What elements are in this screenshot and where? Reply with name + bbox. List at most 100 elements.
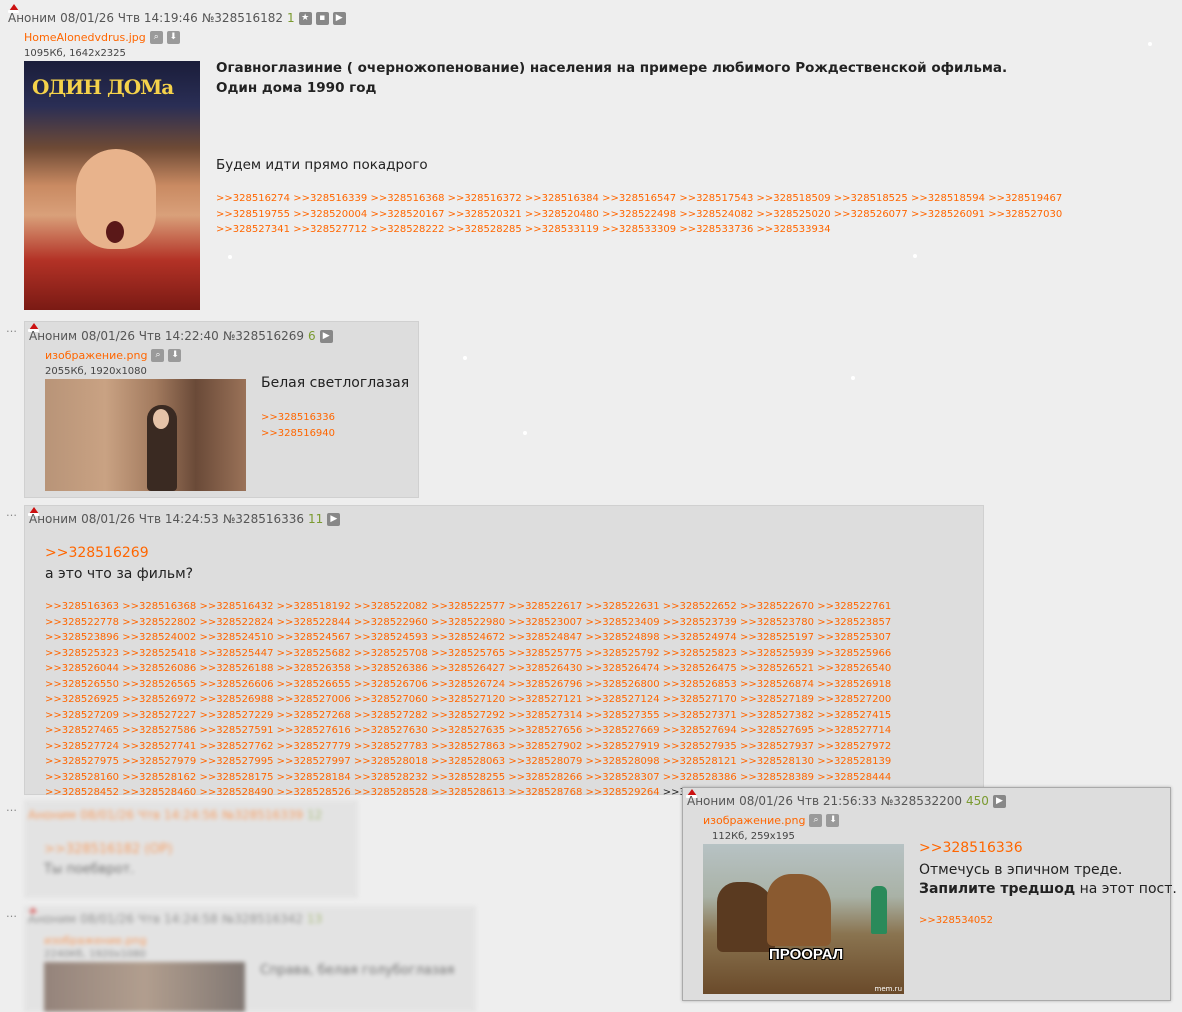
post-image[interactable] <box>45 379 246 491</box>
reply-link[interactable]: >>328526988 <box>199 694 273 705</box>
post-image[interactable] <box>44 962 245 1012</box>
reply-link[interactable]: >>328528139 <box>817 756 891 767</box>
reply-link[interactable]: >>328527937 <box>740 741 814 752</box>
play-icon[interactable]: ▶ <box>332 11 346 25</box>
reply-link[interactable]: >>328516336 <box>261 412 335 423</box>
reply-link[interactable]: >>328520167 <box>370 209 444 220</box>
reply-link[interactable]: >>328527209 <box>45 710 119 721</box>
reply-link[interactable]: >>328527120 <box>431 694 505 705</box>
reply-link[interactable]: >>328528307 <box>586 772 660 783</box>
reply-link[interactable]: >>328525792 <box>586 648 660 659</box>
download-icon[interactable]: ⬇ <box>166 31 180 44</box>
reply-link[interactable]: >>328516339 <box>293 193 367 204</box>
reply-link[interactable]: >>328528452 <box>45 787 119 798</box>
reply-link[interactable]: >>328525020 <box>757 209 831 220</box>
reply-link[interactable]: >>328516363 <box>45 601 119 612</box>
post-image[interactable]: ПРООРАЛ mem.ru <box>703 844 904 994</box>
reply-link[interactable]: >>328528255 <box>431 772 505 783</box>
reply-link[interactable]: >>328523739 <box>663 617 737 628</box>
reply-link[interactable]: >>328525307 <box>817 632 891 643</box>
reply-link[interactable]: >>328533736 <box>679 224 753 235</box>
reply-link[interactable]: >>328527415 <box>817 710 891 721</box>
reply-link[interactable]: >>328534052 <box>919 915 993 926</box>
file-link[interactable]: HomeAlonedvdrus.jpg <box>24 31 146 44</box>
reply-link[interactable]: >>328527714 <box>817 725 891 736</box>
reply-link[interactable]: >>328526358 <box>277 663 351 674</box>
reply-link[interactable]: >>328522960 <box>354 617 428 628</box>
reply-link[interactable]: >>328527292 <box>431 710 505 721</box>
reply-link[interactable]: >>328527997 <box>277 756 351 767</box>
reply-link[interactable]: >>328516940 <box>261 428 335 439</box>
reply-link[interactable]: >>328527975 <box>45 756 119 767</box>
file-link[interactable]: изображение.png <box>44 934 146 947</box>
reply-link[interactable]: >>328529264 <box>586 787 660 798</box>
reply-link[interactable]: >>328526925 <box>45 694 119 705</box>
reply-link[interactable]: >>328525447 <box>199 648 273 659</box>
reply-link[interactable]: >>328519467 <box>988 193 1062 204</box>
reply-link[interactable]: >>328524974 <box>663 632 737 643</box>
reply-link[interactable]: >>328527170 <box>663 694 737 705</box>
reply-link[interactable]: >>328522778 <box>45 617 119 628</box>
reply-link[interactable]: >>328523857 <box>817 617 891 628</box>
reply-link[interactable]: >>328516368 <box>122 601 196 612</box>
reply-link[interactable]: >>328526086 <box>122 663 196 674</box>
reply-link[interactable]: >>328526606 <box>199 679 273 690</box>
reply-link[interactable]: >>328526853 <box>663 679 737 690</box>
reply-link[interactable]: >>328518525 <box>834 193 908 204</box>
reply-link[interactable]: >>328528162 <box>122 772 196 783</box>
reply-link[interactable]: >>328527935 <box>663 741 737 752</box>
reply-link[interactable]: >>328527779 <box>277 741 351 752</box>
reply-link[interactable]: >>328524082 <box>679 209 753 220</box>
reply-link[interactable]: >>328533119 <box>525 224 599 235</box>
reply-link[interactable]: >>328526077 <box>834 209 908 220</box>
reply-link[interactable]: >>328527979 <box>122 756 196 767</box>
reply-link[interactable]: >>328527030 <box>988 209 1062 220</box>
reply-link[interactable]: >>328527741 <box>122 741 196 752</box>
reply-link[interactable]: >>328522617 <box>508 601 582 612</box>
reply-link[interactable]: >>328528018 <box>354 756 428 767</box>
reply-link[interactable]: >>328526550 <box>45 679 119 690</box>
reply-link[interactable]: >>328527762 <box>199 741 273 752</box>
reply-link[interactable]: >>328527124 <box>586 694 660 705</box>
reply-link[interactable]: >>328520321 <box>448 209 522 220</box>
reply-link[interactable]: >>328527227 <box>122 710 196 721</box>
post-number[interactable]: №328516182 <box>202 11 283 25</box>
reply-link[interactable]: >>328516384 <box>525 193 599 204</box>
reply-link[interactable]: >>328516368 <box>370 193 444 204</box>
reply-link[interactable]: >>328523896 <box>45 632 119 643</box>
reply-link[interactable]: >>328528389 <box>740 772 814 783</box>
reply-link[interactable]: >>328526565 <box>122 679 196 690</box>
reply-link[interactable]: >>328527060 <box>354 694 428 705</box>
reply-link[interactable]: >>328525418 <box>122 648 196 659</box>
reply-link[interactable]: >>328520480 <box>525 209 599 220</box>
reply-link[interactable]: >>328528444 <box>817 772 891 783</box>
reply-link[interactable]: >>328527902 <box>508 741 582 752</box>
reply-link[interactable]: >>328524898 <box>586 632 660 643</box>
reply-link[interactable]: >>328526188 <box>199 663 273 674</box>
reply-link[interactable]: >>328526430 <box>508 663 582 674</box>
reply-link[interactable]: >>328525682 <box>277 648 351 659</box>
reply-link[interactable]: >>328524847 <box>508 632 582 643</box>
reply-link[interactable]: >>328527995 <box>199 756 273 767</box>
play-icon[interactable]: ▶ <box>327 512 341 526</box>
post-number[interactable]: №328516269 <box>223 329 304 343</box>
play-icon[interactable]: ▶ <box>992 794 1006 808</box>
reply-link[interactable]: >>328526427 <box>431 663 505 674</box>
reply-link[interactable]: >>328526091 <box>911 209 985 220</box>
reply-link[interactable]: >>328525708 <box>354 648 428 659</box>
reply-link[interactable]: >>328518594 <box>911 193 985 204</box>
reply-link[interactable]: >>328525823 <box>663 648 737 659</box>
reply-link[interactable]: >>328527371 <box>663 710 737 721</box>
reply-link[interactable]: >>328527121 <box>508 694 582 705</box>
reply-link[interactable]: >>328522082 <box>354 601 428 612</box>
reply-link[interactable]: >>328518192 <box>277 601 351 612</box>
reply-link[interactable]: >>328524593 <box>354 632 428 643</box>
reply-link[interactable]: >>328526796 <box>508 679 582 690</box>
reply-link[interactable]: >>328527189 <box>740 694 814 705</box>
reply-link[interactable]: >>328526724 <box>431 679 505 690</box>
reply-link[interactable]: >>328525966 <box>817 648 891 659</box>
reply-link[interactable]: >>328526655 <box>277 679 351 690</box>
reply-link[interactable]: >>328523409 <box>586 617 660 628</box>
reply-link[interactable]: >>328527863 <box>431 741 505 752</box>
reply-link[interactable]: >>328525939 <box>740 648 814 659</box>
